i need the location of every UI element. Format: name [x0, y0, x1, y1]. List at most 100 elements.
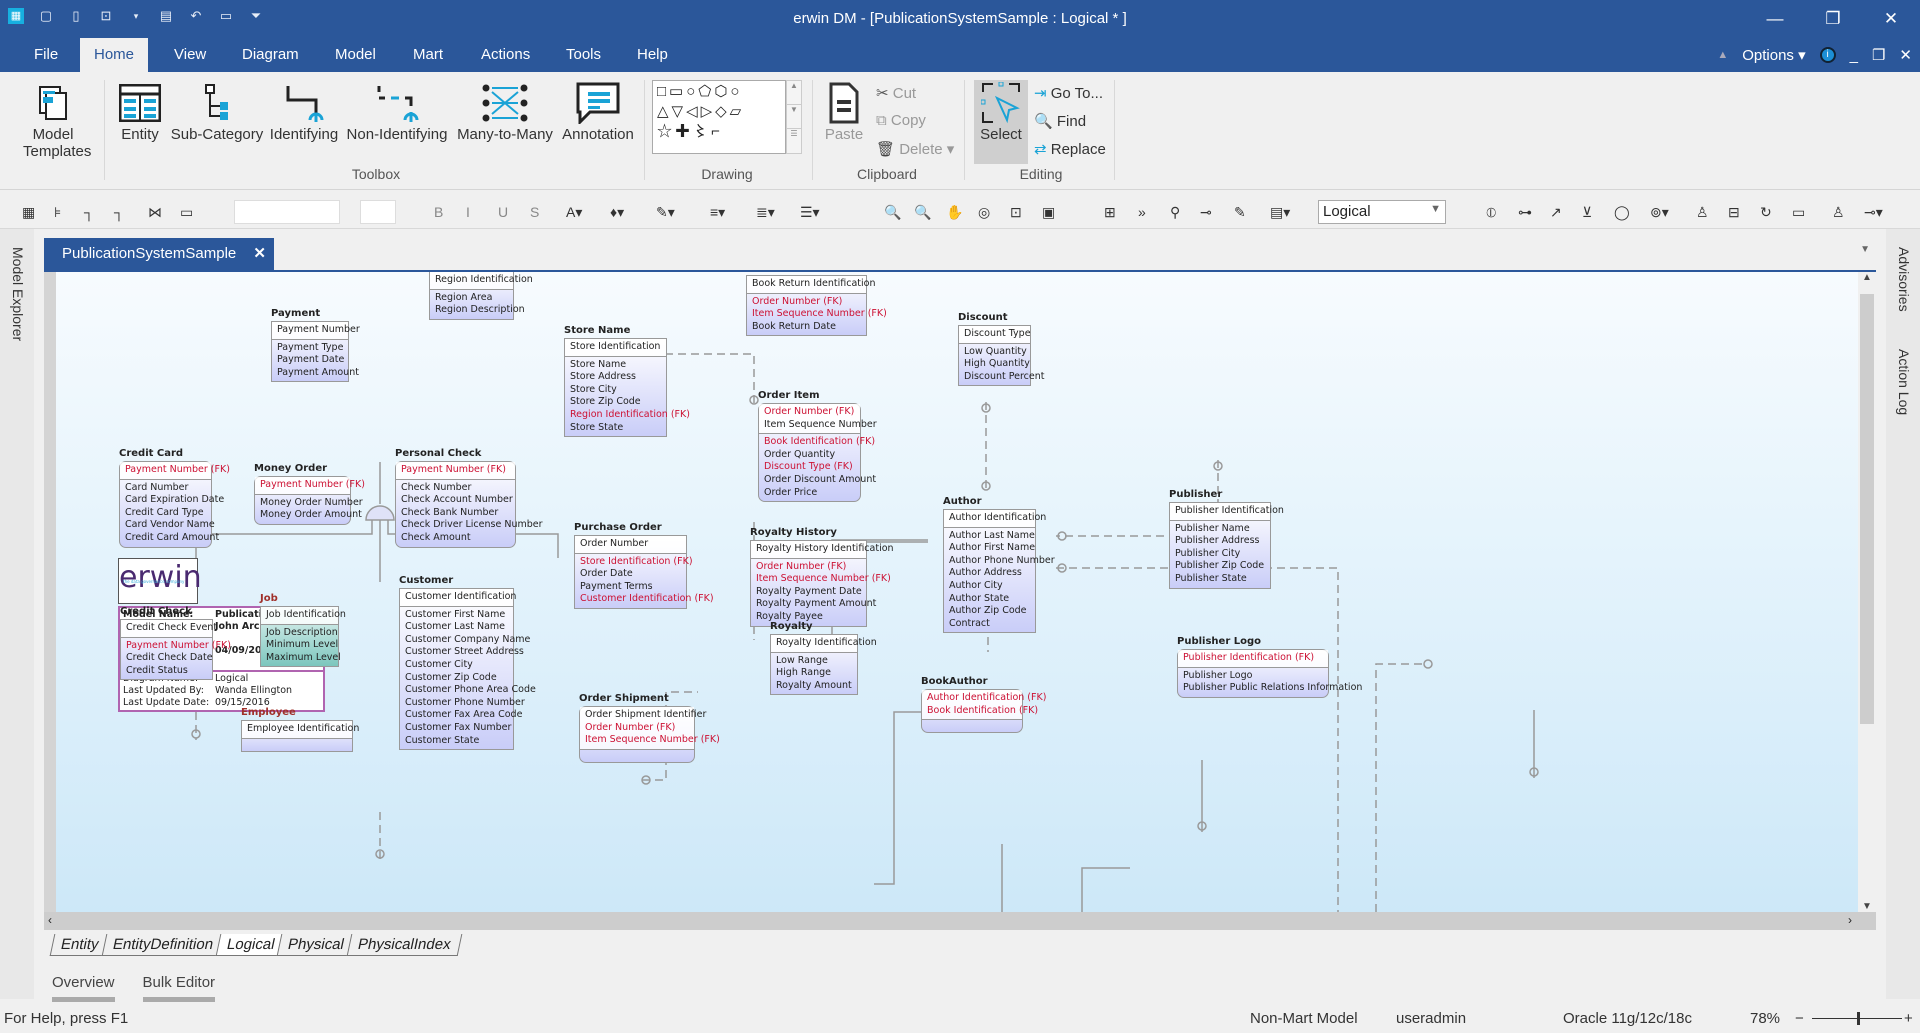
key-attribute[interactable]: Store Identification — [570, 341, 661, 354]
attribute[interactable]: Author Phone Number — [949, 555, 1055, 568]
zoom-fit-icon[interactable]: ◎ — [978, 204, 990, 221]
attribute[interactable]: Check Amount — [401, 532, 510, 545]
attribute[interactable]: Money Order Amount — [260, 509, 362, 522]
entity-box[interactable]: Order Number Store Identification (FK) Ord… — [574, 535, 714, 609]
attribute[interactable]: Credit Check Date — [126, 652, 213, 665]
display-level-select[interactable]: Logical ▼ — [1318, 200, 1446, 224]
restore-button[interactable]: ❐ — [1804, 0, 1862, 38]
line-color-icon[interactable]: ✎▾ — [656, 204, 675, 221]
key-attribute[interactable]: Item Sequence Number — [764, 419, 877, 432]
subcategory-tool-icon[interactable]: ⊧ — [54, 204, 61, 221]
attribute[interactable]: Customer State — [405, 735, 508, 748]
underline-button[interactable]: U — [498, 204, 508, 220]
monitor-icon[interactable]: ▭ — [1792, 204, 1805, 221]
attribute[interactable]: Check Bank Number — [401, 507, 510, 520]
entity-royalty[interactable]: Royalty Royalty Identification Low Range Hi… — [770, 621, 877, 696]
entity-author[interactable]: Author Author Identification Author Last N… — [943, 496, 1055, 634]
attribute[interactable]: Royalty Payment Date — [756, 586, 862, 599]
attribute[interactable]: Order Number (FK) — [756, 561, 861, 574]
validate-icon[interactable]: ◯ — [1614, 204, 1630, 221]
key-attribute[interactable]: Customer Identification — [405, 591, 516, 604]
attribute[interactable]: Discount Percent — [964, 371, 1044, 384]
key-attribute[interactable]: Publisher Identification — [1175, 505, 1284, 518]
compare-icon[interactable]: ⦶ — [1486, 204, 1496, 221]
attribute[interactable]: Money Order Number — [260, 497, 363, 510]
attribute[interactable]: Royalty Amount — [776, 680, 852, 693]
menu-diagram[interactable]: Diagram — [228, 38, 313, 72]
attribute[interactable]: Store City — [570, 384, 661, 397]
entity-box[interactable]: Payment Number (FK) Check Number Check Acc… — [395, 461, 543, 548]
zoom-in-icon[interactable]: 🔍 — [884, 204, 901, 221]
key-attribute[interactable]: Book Identification (FK) — [927, 705, 1038, 718]
attribute[interactable]: Payment Type — [277, 342, 343, 355]
unlock-icon[interactable]: ⊸▾ — [1864, 204, 1883, 221]
entity-bookreturn[interactable]: Book Retrun Book Return Identification Ord… — [746, 272, 887, 337]
entity-publisherlogo[interactable]: Publisher Logo Publisher Identification (… — [1177, 636, 1362, 698]
attribute[interactable]: Card Number — [125, 482, 206, 495]
attribute[interactable]: High Range — [776, 667, 852, 680]
attribute[interactable]: Low Quantity — [964, 346, 1027, 359]
key-attribute[interactable]: Order Shipment Identifier — [585, 709, 706, 722]
attribute[interactable]: Credit Status — [126, 665, 207, 678]
attribute[interactable]: Region Area — [435, 292, 508, 305]
forward-engineer-icon[interactable]: » — [1138, 204, 1146, 220]
entity-box[interactable]: Credit Check Event Payment Number (FK) Cre… — [120, 619, 231, 681]
entity-royaltyhistory[interactable]: Royalty History Royalty History Identific… — [750, 527, 894, 627]
attribute[interactable]: Publisher Name — [1175, 523, 1265, 536]
entity-publisher[interactable]: Publisher Publisher Identification Publish… — [1169, 489, 1284, 589]
attribute[interactable]: Publisher State — [1175, 573, 1265, 586]
attribute[interactable]: Payment Number (FK) — [126, 640, 231, 653]
attribute[interactable]: Author Zip Code — [949, 605, 1030, 618]
attribute[interactable]: Store Address — [570, 371, 661, 384]
attribute[interactable]: Customer Last Name — [405, 621, 508, 634]
entity-payment[interactable]: Payment Payment Number Payment Type Payment… — [271, 308, 360, 383]
menu-file[interactable]: File — [20, 38, 72, 72]
entity-box[interactable]: Store Identification Store Name Store Addr… — [564, 338, 690, 438]
entity-box[interactable]: Royalty Identification Low Range High Rang… — [770, 634, 877, 696]
attribute[interactable]: Book Identification (FK) — [764, 436, 875, 449]
action-log-tab[interactable]: Action Log — [1896, 349, 1912, 415]
attribute[interactable]: Order Number (FK) — [752, 296, 861, 309]
attribute[interactable]: Item Sequence Number (FK) — [756, 573, 891, 586]
attribute[interactable]: Order Discount Amount — [764, 474, 876, 487]
find-button[interactable]: 🔍 Find — [1034, 112, 1086, 130]
attribute[interactable]: Store Zip Code — [570, 396, 661, 409]
close-button[interactable]: ✕ — [1862, 0, 1920, 38]
attribute[interactable]: Card Expiration Date — [125, 494, 224, 507]
sheet-tab-physicalindex[interactable]: PhysicalIndex — [346, 934, 462, 956]
attribute[interactable]: Customer Phone Number — [405, 697, 525, 710]
entity-employee[interactable]: Employee Employee Identification — [241, 707, 359, 752]
attribute[interactable]: Minimum Level — [266, 639, 338, 652]
merge-icon[interactable]: ⊶ — [1518, 204, 1532, 221]
annotation-button[interactable]: Annotation — [558, 80, 638, 143]
attribute[interactable]: Card Vendor Name — [125, 519, 215, 532]
sheet-tab-entity[interactable]: Entity — [49, 934, 110, 956]
attribute[interactable]: Customer Zip Code — [405, 672, 508, 685]
menu-tools[interactable]: Tools — [552, 38, 615, 72]
zoom-out-button[interactable]: − — [1795, 1010, 1804, 1027]
key-attribute[interactable]: Region Identification — [435, 274, 533, 287]
non-identifying-button[interactable]: Non-Identifying — [344, 80, 450, 143]
key-attribute[interactable]: Royalty History Identification — [756, 543, 894, 556]
entity-box[interactable]: Order Number (FK) Item Sequence Number Boo… — [758, 403, 877, 503]
entity-box[interactable]: Job Identification Job Description Minimum… — [260, 606, 346, 668]
attribute[interactable]: Author State — [949, 593, 1030, 606]
refresh-icon[interactable]: ↻ — [1760, 204, 1772, 221]
annotation-tool-icon[interactable]: ▭ — [180, 204, 193, 221]
entity-bookauthor[interactable]: BookAuthor Author Identification (FK) Book… — [921, 676, 1046, 734]
strikethrough-button[interactable]: S — [530, 204, 539, 220]
identifying-tool-icon[interactable]: ┐ — [84, 204, 94, 220]
key-attribute[interactable]: Payment Number (FK) — [260, 479, 365, 492]
entity-ordershipment[interactable]: Order Shipment Order Shipment Identifier O… — [579, 693, 720, 763]
sheet-tab-physical[interactable]: Physical — [276, 934, 356, 956]
attribute[interactable]: Order Price — [764, 487, 855, 500]
sheet-tab-entitydefinition[interactable]: EntityDefinition — [101, 934, 224, 956]
attribute[interactable]: Credit Card Type — [125, 507, 206, 520]
link-icon[interactable]: ⊟ — [1728, 204, 1740, 221]
attribute[interactable]: High Quantity — [964, 358, 1030, 371]
menu-model[interactable]: Model — [321, 38, 390, 72]
attribute[interactable]: Book Return Date — [752, 321, 861, 334]
entity-box[interactable]: Royalty History Identification Order Numb… — [750, 540, 894, 627]
model-templates-button[interactable]: Model Templates — [10, 80, 96, 160]
attribute[interactable]: Contract — [949, 618, 1030, 631]
